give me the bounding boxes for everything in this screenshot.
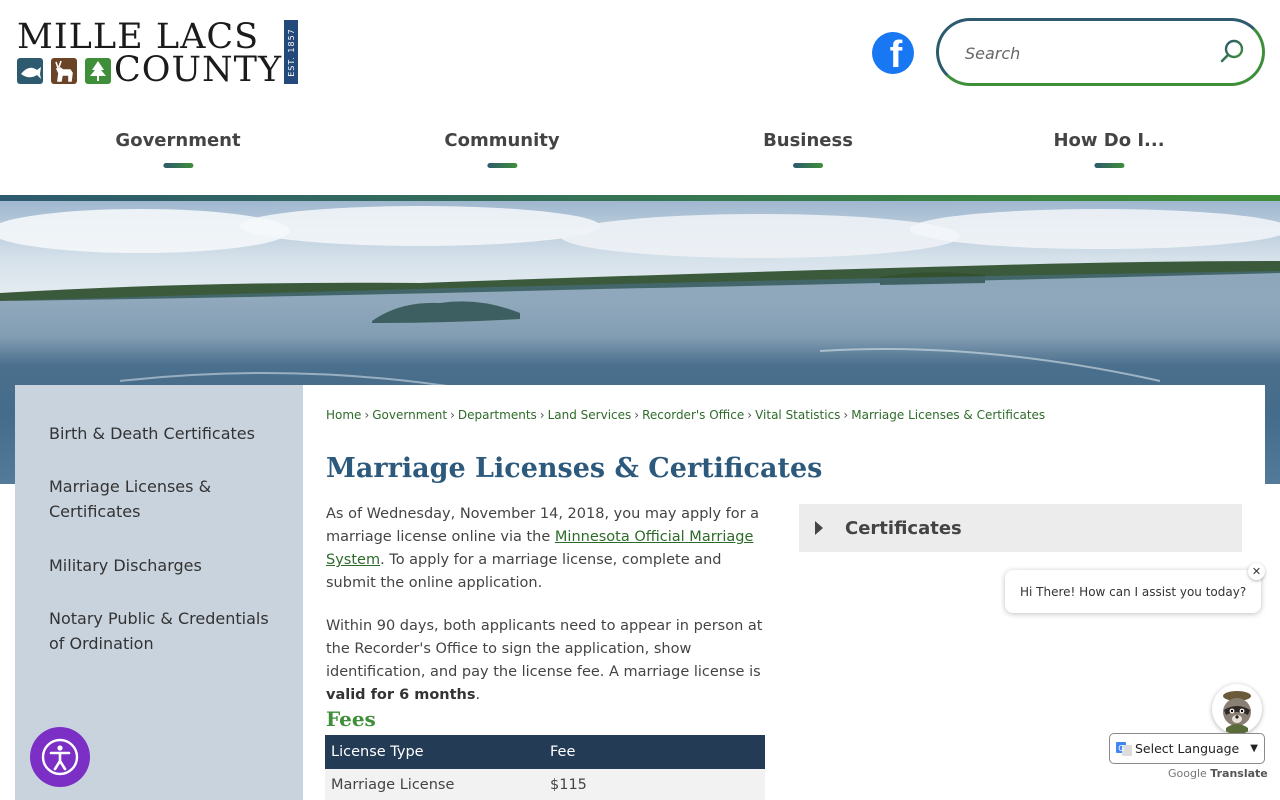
table-header-row: License Type Fee xyxy=(325,735,765,769)
breadcrumb-home[interactable]: Home xyxy=(326,408,361,422)
accessibility-icon[interactable] xyxy=(30,727,90,787)
language-select-label: Select Language xyxy=(1135,741,1240,756)
nav-item-business[interactable]: Business xyxy=(763,130,853,180)
site-header: MILLE LACS COUNTY EST. 1857 f Search Gov… xyxy=(0,0,1280,195)
facebook-icon[interactable]: f xyxy=(872,32,914,74)
sidebar-item-birth-death[interactable]: Birth & Death Certificates xyxy=(49,421,289,446)
language-select[interactable]: G Select Language ▼ xyxy=(1109,733,1265,764)
search-icon[interactable] xyxy=(1217,37,1247,67)
chevron-down-icon: ▼ xyxy=(1250,743,1258,754)
fish-icon xyxy=(17,58,43,84)
sidebar-item-military[interactable]: Military Discharges xyxy=(49,553,289,578)
breadcrumb-government[interactable]: Government xyxy=(372,408,447,422)
appearance-paragraph: Within 90 days, both applicants need to … xyxy=(326,618,763,703)
fees-table: License Type Fee Marriage License $115 xyxy=(325,735,765,800)
main-nav: Government Community Business How Do I..… xyxy=(0,130,1280,180)
google-translate-icon: G xyxy=(1116,741,1132,756)
breadcrumb-vital-statistics[interactable]: Vital Statistics xyxy=(755,408,840,422)
svg-text:G: G xyxy=(1118,744,1124,753)
logo-established: EST. 1857 xyxy=(284,20,298,84)
accordion-label: Certificates xyxy=(845,517,962,539)
logo-line2: COUNTY xyxy=(114,50,283,90)
sidebar-item-notary[interactable]: Notary Public & Credentials of Ordinatio… xyxy=(49,606,269,656)
certificates-accordion[interactable]: Certificates xyxy=(799,504,1242,552)
powered-by-google-translate: Google Translate xyxy=(1168,767,1268,780)
breadcrumb-departments[interactable]: Departments xyxy=(458,408,537,422)
sidebar-item-marriage[interactable]: Marriage Licenses & Certificates xyxy=(49,474,249,524)
column-header-license-type: License Type xyxy=(325,735,544,769)
column-header-fee: Fee xyxy=(544,735,765,769)
nav-item-how-do-i[interactable]: How Do I... xyxy=(1053,130,1165,180)
breadcrumb-land-services[interactable]: Land Services xyxy=(548,408,632,422)
close-icon[interactable]: ✕ xyxy=(1248,563,1265,580)
table-cell-fee: $115 xyxy=(544,769,765,800)
page-title: Marriage Licenses & Certificates xyxy=(326,453,823,484)
page: MILLE LACS COUNTY EST. 1857 f Search Gov… xyxy=(0,0,1280,800)
deer-icon xyxy=(51,58,77,84)
nav-item-government[interactable]: Government xyxy=(115,130,241,180)
breadcrumb: Home › Government › Departments › Land Service… xyxy=(326,408,1046,422)
expand-arrow-icon xyxy=(815,521,823,535)
intro-paragraph: As of Wednesday, November 14, 2018, you … xyxy=(326,506,760,591)
breadcrumb-current[interactable]: Marriage Licenses & Certificates xyxy=(851,408,1045,422)
chat-bubble[interactable]: Hi There! How can I assist you today? xyxy=(1005,570,1261,613)
nav-item-community[interactable]: Community xyxy=(444,130,560,180)
table-row: Marriage License $115 xyxy=(325,769,765,800)
breadcrumb-recorders-office[interactable]: Recorder's Office xyxy=(642,408,744,422)
tree-icon xyxy=(85,58,111,84)
county-logo[interactable]: MILLE LACS COUNTY EST. 1857 xyxy=(16,18,300,90)
table-cell-license-type: Marriage License xyxy=(325,769,544,800)
search-box xyxy=(936,18,1265,86)
chatbot-raccoon-avatar[interactable] xyxy=(1212,684,1262,734)
search-input[interactable] xyxy=(965,40,1205,66)
fees-heading: Fees xyxy=(326,707,376,731)
